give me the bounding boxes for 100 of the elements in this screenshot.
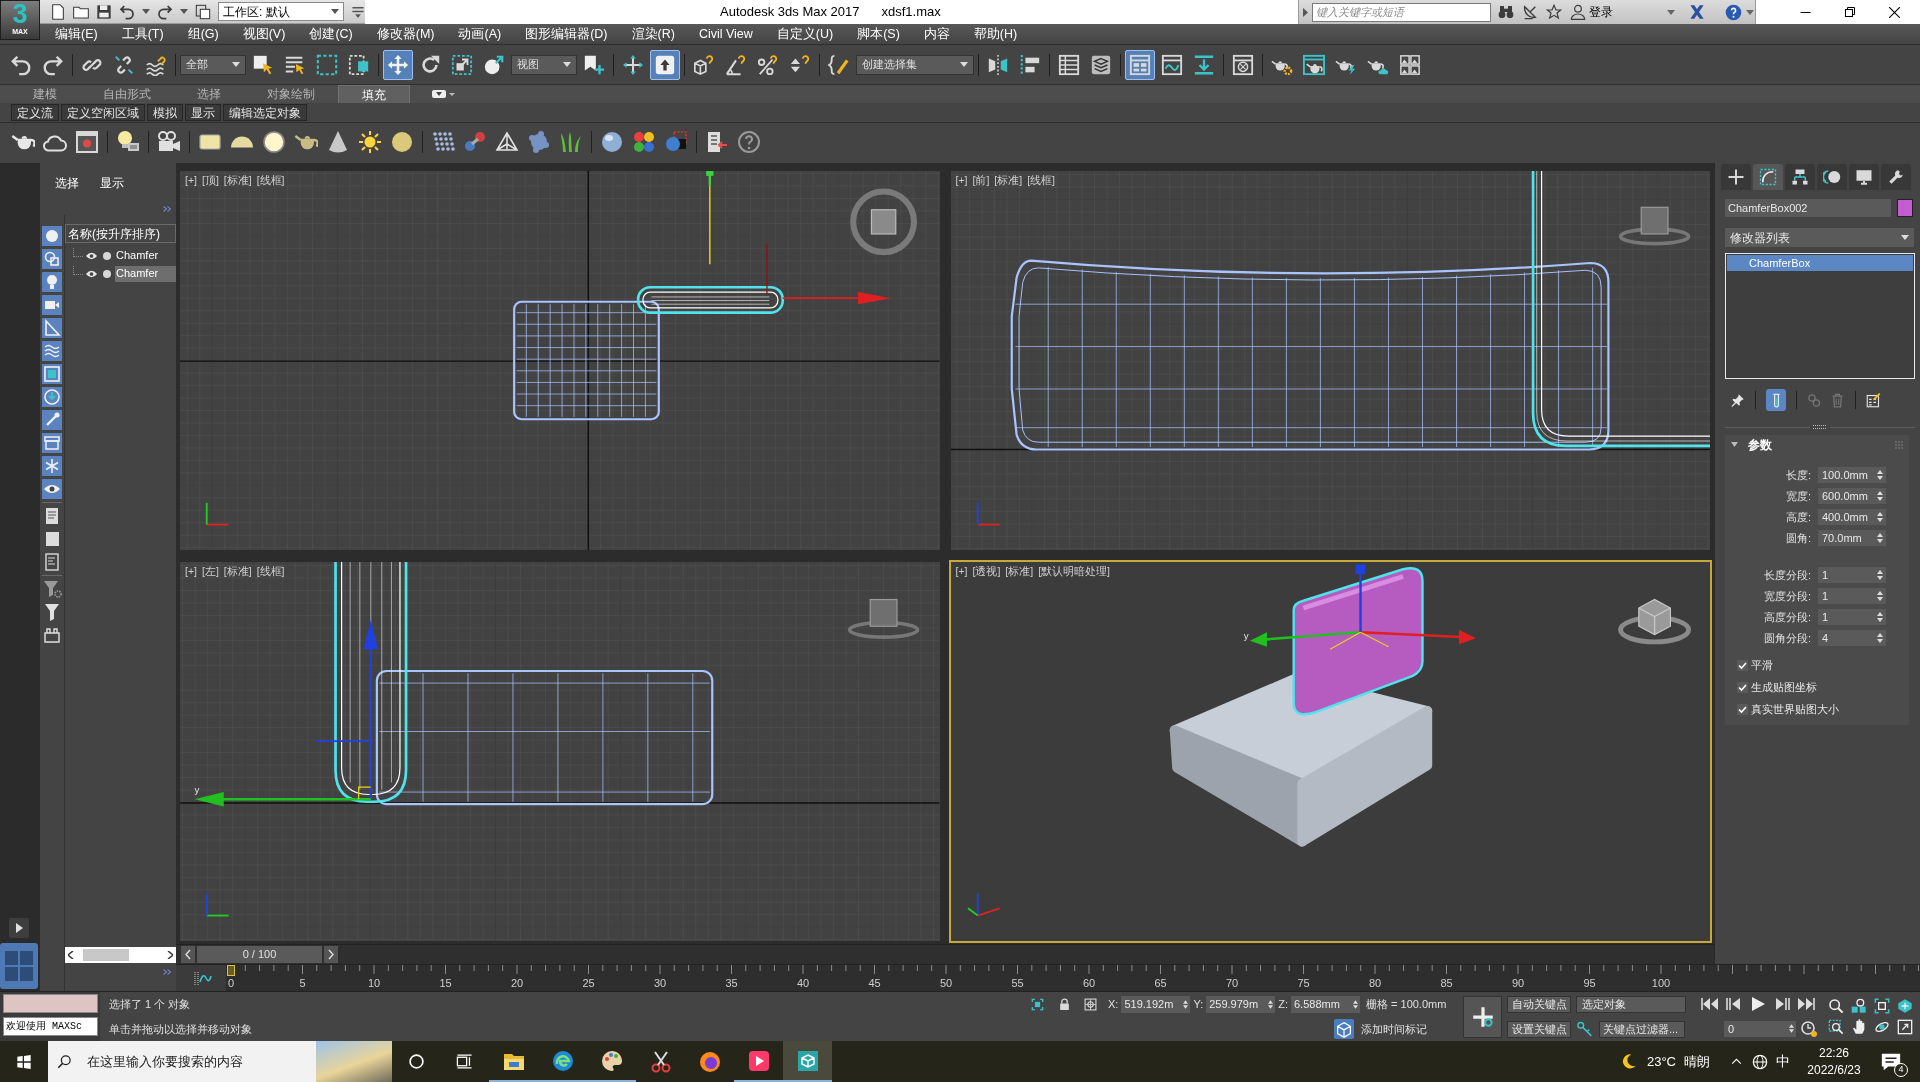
object-name-field[interactable]: ChamferBox002	[1725, 199, 1891, 217]
spinner-field[interactable]: 1	[1818, 588, 1886, 604]
menu-item[interactable]: 图形编辑器(D)	[525, 24, 608, 44]
minimize-icon[interactable]	[1800, 11, 1811, 13]
utilities-tab[interactable]	[1881, 164, 1911, 190]
ribbon-button[interactable]: 定义空闲区域	[61, 104, 145, 121]
modifier-stack-item[interactable]: ChamferBox	[1727, 255, 1913, 271]
viewcube-icon[interactable]	[847, 598, 920, 639]
ribbon-button[interactable]: 显示	[185, 104, 221, 121]
ball-arrow-icon[interactable]	[483, 53, 505, 76]
viewport[interactable]: [+] [前] [标准] [线框]	[948, 169, 1712, 552]
set-key-mode-button[interactable]: 设置关键点	[1507, 1020, 1571, 1038]
dropdown[interactable]: 全部	[180, 54, 246, 75]
timeline-ruler[interactable]: 0 5 10 15 20 25 30 35 40 45 50 55 60 65 70 75 80 85 90 95 100	[226, 965, 1920, 991]
caret-icon[interactable]	[180, 9, 188, 14]
expand-panel-button[interactable]	[9, 918, 29, 938]
viewport[interactable]: y [+] [左] [标准] [线框]	[178, 560, 942, 943]
spinner-field[interactable]: 1	[1818, 567, 1886, 583]
cross-arrows-icon[interactable]	[622, 53, 644, 76]
spinner-arrows-icon[interactable]	[1877, 470, 1883, 480]
ribbon-tab[interactable]: 建模	[10, 85, 80, 103]
menu-item[interactable]: 组(G)	[187, 24, 219, 44]
dropdown[interactable]: 创建选择集	[856, 54, 974, 75]
windows-logo-icon[interactable]	[16, 1053, 32, 1070]
menu-item[interactable]: 渲染(R)	[631, 24, 675, 44]
spinner-field[interactable]: 600.0mm	[1818, 488, 1886, 504]
ring-squares-icon[interactable]	[1851, 998, 1868, 1015]
menu-item[interactable]: 修改器(M)	[376, 24, 435, 44]
spinner-arrows-icon[interactable]	[1877, 612, 1883, 622]
modifier-list-dropdown[interactable]: 修改器列表	[1725, 228, 1914, 247]
ribbon-tab[interactable]: 填充	[338, 85, 410, 103]
corner-brackets-icon[interactable]	[1873, 998, 1890, 1015]
caret-icon[interactable]	[563, 62, 571, 67]
disc-light-icon[interactable]	[262, 130, 286, 154]
key-mode-dropdown[interactable]: 选定对象	[1576, 995, 1686, 1013]
viewport-menu-label[interactable]: [透视]	[972, 564, 1001, 580]
shapes-tile-icon[interactable]	[42, 249, 62, 269]
menu-item[interactable]: 脚本(S)	[857, 24, 900, 44]
viewport-menu-label[interactable]: [线框]	[1027, 173, 1055, 189]
menu-item[interactable]: 编辑(E)	[55, 24, 98, 44]
close-icon[interactable]	[1889, 6, 1900, 18]
sun-icon[interactable]	[358, 130, 382, 154]
circle-tile-icon[interactable]	[42, 226, 62, 246]
camera-icon[interactable]	[157, 130, 181, 154]
weather-condition[interactable]: 晴朗	[1684, 1051, 1710, 1072]
overlapping-squares-icon[interactable]	[195, 3, 211, 20]
triangle-right-icon[interactable]	[1303, 7, 1308, 17]
double-chevron-icon[interactable]	[163, 969, 171, 975]
modify-tab[interactable]	[1753, 164, 1783, 190]
spinner-field[interactable]: 400.0mm	[1818, 509, 1886, 525]
next-frame-icon[interactable]	[1773, 997, 1791, 1012]
menu-item[interactable]: 帮助(H)	[973, 24, 1018, 44]
cube-icon[interactable]	[1333, 1018, 1355, 1039]
light-bulb-icon[interactable]	[116, 130, 140, 154]
caret-icon[interactable]	[331, 9, 339, 14]
eye-icon[interactable]	[85, 250, 98, 261]
move-gizmo[interactable]	[1249, 564, 1476, 650]
spinner-arrows-icon[interactable]	[1183, 999, 1189, 1009]
previous-frame-icon[interactable]	[1725, 997, 1743, 1012]
script-input-field[interactable]	[3, 994, 98, 1013]
align-bars-icon[interactable]	[1019, 53, 1041, 76]
sign-in-link[interactable]: 登录	[1589, 5, 1613, 19]
menu-item[interactable]: 工具(T)	[121, 24, 164, 44]
cube-magnet-icon[interactable]	[693, 53, 715, 76]
object-name[interactable]: Chamfer	[115, 265, 176, 282]
drag-dots-icon[interactable]	[1813, 425, 1827, 429]
key-icon[interactable]	[1576, 1020, 1594, 1038]
lock-icon[interactable]	[1058, 997, 1071, 1011]
keyboard-override-button[interactable]	[650, 49, 680, 80]
clock-dot-icon[interactable]	[1801, 1020, 1817, 1037]
cone-icon[interactable]	[326, 130, 350, 154]
skip-to-start-icon[interactable]	[1701, 997, 1719, 1012]
maximize-icon[interactable]	[1896, 1018, 1913, 1035]
coordinate-field[interactable]: 519.192m	[1121, 995, 1191, 1013]
bone-tile-icon[interactable]	[42, 410, 62, 430]
undo-icon[interactable]	[119, 3, 135, 20]
ribbon-tab[interactable]: 对象绘制	[244, 85, 338, 103]
window-wave-icon[interactable]	[1161, 53, 1183, 76]
dot-grid-icon[interactable]	[431, 130, 455, 154]
viewcube-icon[interactable]	[850, 188, 917, 256]
binoculars-icon[interactable]	[1498, 4, 1514, 20]
scroll-right-icon[interactable]	[167, 951, 173, 959]
set-square-tile-icon[interactable]	[42, 318, 62, 338]
spinner-arrows-icon[interactable]	[1877, 533, 1883, 543]
scrollbar-thumb[interactable]	[83, 949, 129, 961]
spinner-field[interactable]: 4	[1818, 630, 1886, 646]
viewport-menu-label[interactable]: [+]	[185, 564, 197, 580]
bookmark-plus-icon[interactable]	[583, 53, 605, 76]
viewport-menu-label[interactable]: [左]	[201, 564, 219, 580]
spinner-arrows-icon[interactable]	[1268, 999, 1274, 1009]
circular-arrow-icon[interactable]	[419, 53, 441, 76]
viewport-menu-label[interactable]: [标准]	[994, 173, 1023, 189]
viewport[interactable]: y [+] [透视] [标准] [默认明暗处理]	[948, 560, 1712, 943]
viewport-menu-label[interactable]: [线框]	[256, 173, 285, 189]
eye-icon[interactable]	[85, 268, 98, 279]
caret-icon[interactable]	[1667, 9, 1675, 15]
checkbox[interactable]	[1737, 659, 1748, 671]
star-icon[interactable]	[1546, 4, 1562, 20]
ring-icon[interactable]	[407, 1053, 425, 1070]
zoom-icon[interactable]	[1828, 998, 1845, 1015]
